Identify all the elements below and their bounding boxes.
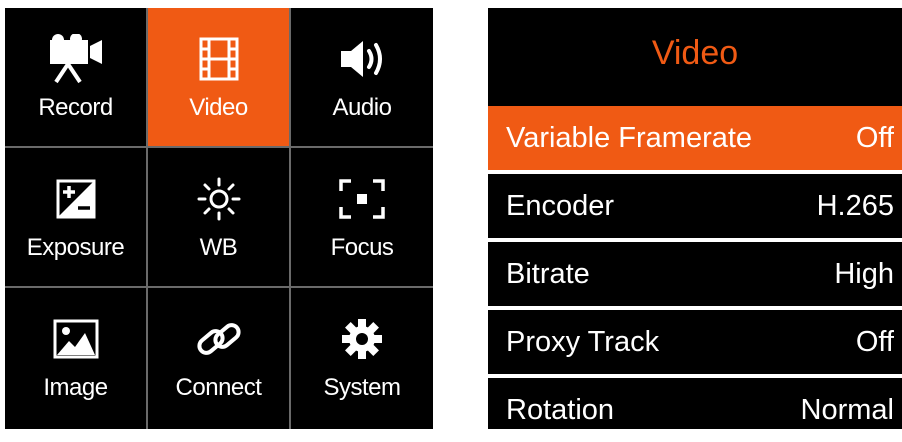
- setting-label: Encoder: [506, 189, 615, 222]
- setting-encoder[interactable]: Encoder H.265: [488, 174, 902, 238]
- menu-item-label: WB: [199, 234, 238, 261]
- setting-value: H.265: [816, 189, 894, 222]
- menu-item-audio[interactable]: Audio: [291, 8, 433, 148]
- menu-item-label: Image: [43, 374, 108, 401]
- setting-label: Variable Framerate: [506, 121, 753, 154]
- menu-item-video[interactable]: Video: [148, 8, 291, 148]
- main-menu-grid: Record Video Audio Exposure WB Focus Ima…: [5, 8, 433, 429]
- setting-proxy-track[interactable]: Proxy Track Off: [488, 310, 902, 374]
- link-icon: [194, 314, 244, 364]
- menu-item-image[interactable]: Image: [5, 288, 148, 429]
- setting-rotation[interactable]: Rotation Normal: [488, 378, 902, 442]
- menu-item-label: Focus: [330, 234, 394, 261]
- setting-variable-framerate[interactable]: Variable Framerate Off: [488, 106, 902, 170]
- menu-item-connect[interactable]: Connect: [148, 288, 291, 429]
- focus-frame-icon: [339, 174, 385, 224]
- speaker-icon: [337, 34, 387, 84]
- menu-item-label: System: [323, 374, 401, 401]
- setting-value: Off: [855, 325, 894, 358]
- picture-icon: [53, 314, 99, 364]
- video-settings-panel: Video Variable Framerate Off Encoder H.2…: [488, 8, 902, 429]
- menu-item-wb[interactable]: WB: [148, 148, 291, 288]
- exposure-icon: [56, 174, 96, 224]
- menu-item-focus[interactable]: Focus: [291, 148, 433, 288]
- menu-item-label: Exposure: [26, 234, 125, 261]
- setting-label: Proxy Track: [506, 325, 660, 358]
- gear-icon: [340, 314, 384, 364]
- video-camera-icon: [44, 34, 108, 84]
- setting-label: Bitrate: [506, 257, 590, 290]
- menu-item-label: Video: [189, 94, 248, 121]
- menu-item-exposure[interactable]: Exposure: [5, 148, 148, 288]
- film-strip-icon: [199, 34, 239, 84]
- menu-item-record[interactable]: Record: [5, 8, 148, 148]
- setting-value: High: [834, 257, 894, 290]
- menu-item-label: Audio: [332, 94, 392, 121]
- sun-icon: [197, 174, 241, 224]
- setting-label: Rotation: [506, 393, 615, 426]
- setting-value: Normal: [800, 393, 894, 426]
- menu-item-system[interactable]: System: [291, 288, 433, 429]
- menu-item-label: Record: [38, 94, 113, 121]
- setting-value: Off: [855, 121, 894, 154]
- menu-item-label: Connect: [175, 374, 262, 401]
- panel-title: Video: [651, 33, 739, 72]
- setting-bitrate[interactable]: Bitrate High: [488, 242, 902, 306]
